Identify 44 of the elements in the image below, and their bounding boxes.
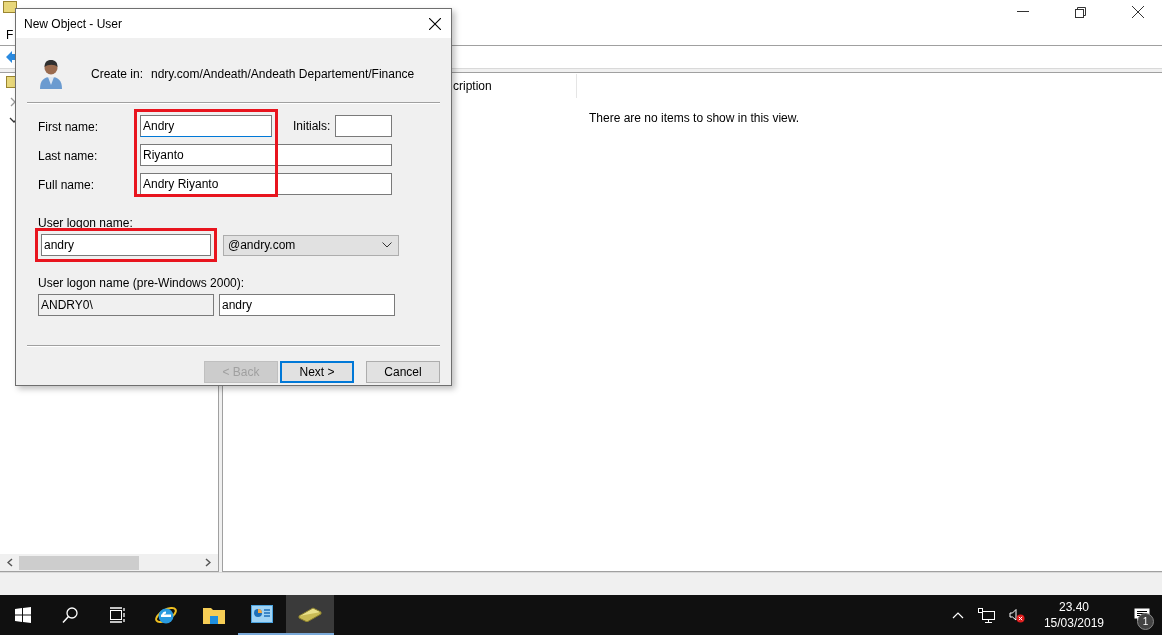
folder-icon: [203, 606, 225, 624]
dashboard-icon: [251, 605, 273, 623]
dialog-title: New Object - User: [24, 16, 123, 31]
minimize-icon[interactable]: [1017, 11, 1029, 13]
dialog-button[interactable]: Next >: [280, 361, 354, 383]
windows-logo-icon: [15, 607, 31, 623]
restore-icon[interactable]: [1075, 6, 1086, 18]
chevron-down-icon: [382, 242, 392, 248]
task-view-icon: [109, 607, 127, 623]
field-label: Initials:: [293, 119, 332, 133]
domain-dropdown[interactable]: @andry.com: [223, 234, 399, 256]
notification-count: 1: [1137, 613, 1154, 630]
create-in-label: Create in:: [91, 67, 145, 81]
network-icon[interactable]: [977, 607, 995, 623]
text-field[interactable]: Andry: [140, 115, 272, 137]
horizontal-scrollbar[interactable]: [0, 554, 218, 571]
text-field[interactable]: andry: [41, 234, 211, 256]
field-label: Last name:: [38, 148, 99, 165]
container-path: ndry.com/Andeath/Andeath Departement/Finance: [151, 67, 415, 81]
column-header[interactable]: cription: [453, 74, 577, 98]
search-icon: [62, 606, 78, 624]
field-label: First name:: [38, 119, 99, 136]
text-field[interactable]: [335, 115, 392, 137]
empty-list-message: There are no items to show in this view.: [589, 111, 800, 125]
address-book-icon: [298, 606, 322, 622]
field-label: Full name:: [38, 177, 96, 194]
scroll-left-icon[interactable]: [7, 558, 13, 567]
chevron-up-icon[interactable]: [951, 611, 964, 619]
text-field[interactable]: Riyanto: [140, 144, 392, 166]
dialog-button[interactable]: Cancel: [366, 361, 440, 383]
folder-icon: [3, 1, 17, 13]
close-icon[interactable]: [1132, 6, 1144, 18]
notifications-button[interactable]: 1: [1122, 595, 1162, 635]
field-label: User logon name (pre-Windows 2000):: [38, 276, 246, 290]
close-icon[interactable]: [429, 17, 441, 30]
scrollbar-thumb[interactable]: [19, 555, 139, 570]
scroll-right-icon[interactable]: [205, 558, 211, 567]
user-icon: [38, 58, 64, 90]
muted-speaker-icon[interactable]: [1008, 607, 1025, 623]
text-field[interactable]: andry: [219, 294, 395, 316]
menu-item[interactable]: F: [6, 27, 14, 42]
text-field[interactable]: Andry Riyanto: [140, 173, 392, 195]
clock[interactable]: 23.40 15/03/2019: [1043, 599, 1104, 631]
taskbar-button[interactable]: [286, 595, 334, 635]
